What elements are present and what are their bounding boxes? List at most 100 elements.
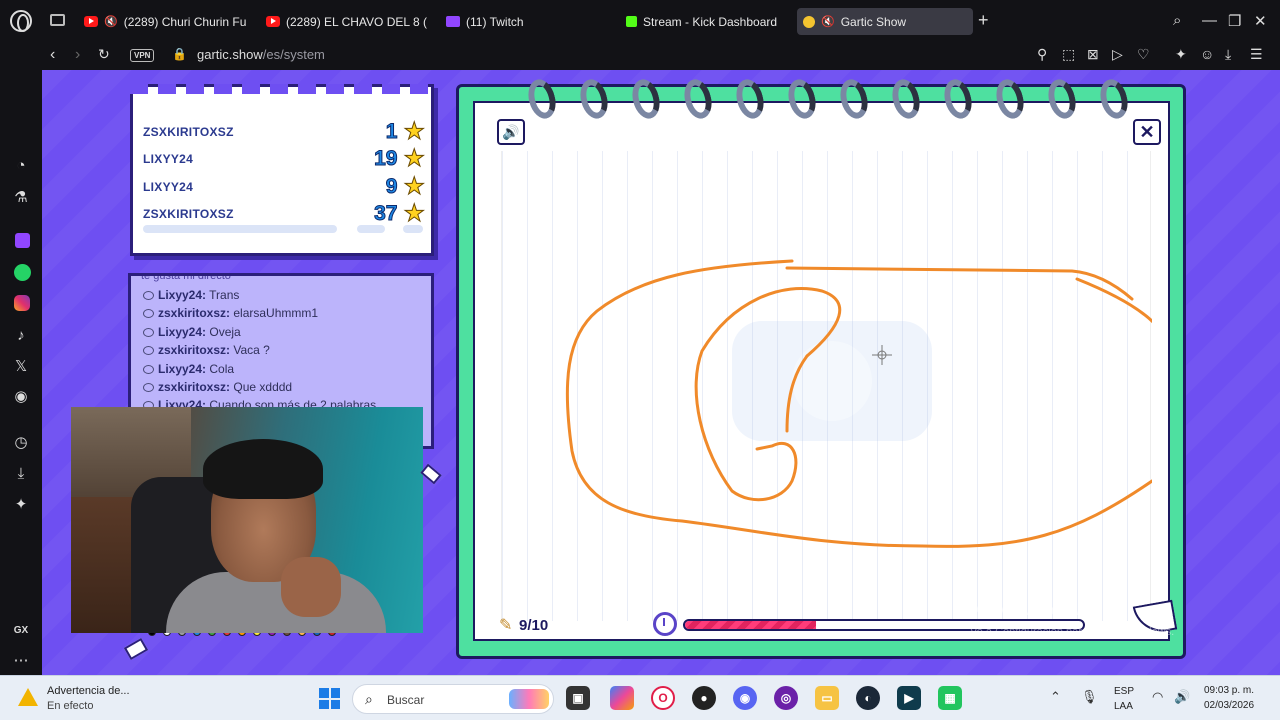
file-explorer-icon[interactable]: ▭ [815, 686, 839, 710]
drawing-canvas[interactable] [501, 151, 1156, 621]
chat-message: zsxkiritoxsz: Que xdddd [143, 380, 292, 394]
chat-message: Lixyy24: Cola [143, 362, 234, 376]
keyboard-layout[interactable]: LAA [1114, 701, 1133, 712]
drawing-page: 🔊 ✕ ✎ 9/10 [473, 101, 1178, 641]
close-window-button[interactable]: ✕ [1254, 12, 1267, 30]
chat-message: Lixyy24: Trans [143, 288, 239, 302]
gartic-show-watermark [732, 321, 932, 441]
taskbar-search[interactable]: ⌕ Buscar [352, 684, 554, 714]
search-placeholder: Buscar [387, 693, 425, 707]
snapshot-icon[interactable]: ⬚ [1062, 46, 1075, 63]
player-points: 9 [385, 175, 398, 199]
close-button[interactable]: ✕ [1133, 119, 1161, 145]
address-bar: ‹ › ↻ VPN 🔒 gartic.show/es/system ⚲ ⬚ ⊠ … [0, 42, 1280, 70]
chat-text: elarsaUhmmm1 [233, 306, 319, 320]
star-icon: ★ [403, 145, 425, 172]
wifi-icon[interactable]: ◠ [1152, 689, 1163, 705]
star-icon: ★ [403, 173, 425, 200]
tab-label: Gartic Show [840, 14, 907, 29]
chat-message: zsxkiritoxsz: Vaca ? [143, 343, 270, 357]
tab-youtube-chavo[interactable]: (2289) EL CHAVO DEL 8 ( [260, 8, 428, 35]
download-icon[interactable]: ⤓ [1225, 46, 1231, 63]
chat-bubble-icon [143, 383, 154, 393]
heart-icon[interactable]: ♡ [1137, 46, 1150, 63]
more-icon[interactable]: ⋯ [11, 650, 31, 670]
scoreboard: ZSXKIRITOXSZ 1 ★ LIXYY24 19 ★ LIXYY24 9 … [130, 84, 434, 256]
youtube-icon [84, 16, 98, 27]
muted-speaker-icon[interactable]: 🔇 [104, 15, 118, 28]
steam-icon[interactable]: ◐ [856, 686, 880, 710]
chat-partial-message: te gusta mi directo [141, 273, 231, 282]
podcast-icon[interactable]: ◎ [774, 686, 798, 710]
language-code[interactable]: ESP [1114, 686, 1134, 697]
downloads-icon[interactable]: ⤓ [11, 463, 31, 483]
search-tabs-icon[interactable]: ⌕ [1173, 12, 1181, 29]
sound-toggle-button[interactable]: 🔊 [497, 119, 525, 145]
opera-gx-icon[interactable]: O [651, 686, 675, 710]
muted-speaker-icon[interactable]: 🔇 [821, 15, 835, 28]
pencil-icon: ✎ [499, 617, 513, 634]
obs-icon[interactable]: ● [692, 686, 716, 710]
player-icon[interactable]: ▷ [1112, 46, 1123, 63]
clock-date[interactable]: 02/03/2026 [1204, 700, 1254, 711]
discord-icon[interactable]: ◉ [733, 686, 757, 710]
clock-time[interactable]: 09:03 p. m. [1204, 685, 1254, 696]
opera-logo-icon[interactable] [10, 10, 32, 32]
scroll-placeholder-bar [403, 225, 423, 233]
tab-youtube-churi[interactable]: 🔇 (2289) Churi Churin Fu [78, 8, 248, 35]
terminal-app-icon[interactable]: ▶ [897, 686, 921, 710]
lock-icon[interactable]: 🔒 [172, 47, 187, 61]
volume-icon[interactable]: 🔊 [1174, 689, 1190, 705]
instagram-icon[interactable] [14, 295, 30, 311]
twitch-icon[interactable] [15, 233, 30, 248]
search-highlight-image [509, 689, 549, 709]
minimize-button[interactable]: — [1202, 12, 1217, 29]
player-name: ZSXKIRITOXSZ [143, 125, 234, 139]
chat-text: Vaca ? [233, 343, 270, 357]
extensions-icon[interactable]: ✦ [11, 494, 31, 514]
profile-icon[interactable]: ☺ [1200, 46, 1214, 62]
discord-icon[interactable]: ◉ [11, 386, 31, 406]
new-tab-button[interactable]: + [978, 10, 989, 31]
notification-title[interactable]: Advertencia de... [47, 685, 130, 697]
chat-user: zsxkiritoxsz: [158, 306, 231, 320]
vpn-badge[interactable]: VPN [130, 49, 155, 62]
url-field[interactable]: gartic.show/es/system [197, 47, 325, 62]
warning-icon[interactable] [18, 688, 38, 706]
history-icon[interactable]: ◷ [11, 432, 31, 452]
extensions-icon[interactable]: ✦ [1175, 46, 1187, 63]
tab-gartic-show[interactable]: 🔇 Gartic Show [797, 8, 973, 35]
url-path: /es/system [262, 47, 325, 62]
tab-switcher-icon[interactable] [50, 14, 65, 26]
x-icon[interactable]: 𝕏 [11, 356, 31, 376]
whatsapp-icon[interactable] [14, 264, 31, 281]
restore-button[interactable]: ❐ [1228, 12, 1241, 30]
microphone-icon[interactable]: 🎙 [1081, 689, 1098, 705]
menu-icon[interactable]: ☰ [1250, 46, 1263, 63]
scroll-placeholder-bar [143, 225, 337, 233]
back-icon[interactable]: ‹ [50, 46, 55, 64]
adblock-icon[interactable]: ⊠ [1087, 46, 1099, 63]
copilot-icon[interactable] [610, 686, 634, 710]
gx-icon[interactable]: GX [11, 620, 31, 640]
chat-user: zsxkiritoxsz: [158, 343, 231, 357]
gartic-icon [803, 15, 815, 28]
activate-windows-title: Activar Windows [970, 602, 1089, 619]
task-view-icon[interactable]: ▣ [566, 686, 590, 710]
tab-label: (2289) EL CHAVO DEL 8 ( [286, 14, 427, 29]
youtube-icon [266, 16, 280, 27]
reload-icon[interactable]: ↻ [98, 46, 110, 63]
show-hidden-icons-icon[interactable]: ⌃ [1050, 689, 1061, 705]
tiktok-icon[interactable]: ♪ [11, 325, 31, 345]
forward-icon[interactable]: › [75, 46, 80, 64]
url-host: gartic.show [197, 47, 263, 62]
tab-kick-dashboard[interactable]: Stream - Kick Dashboard [620, 8, 788, 35]
pin-icon[interactable]: ⚲ [1037, 46, 1047, 63]
paper-pin-decoration [420, 463, 442, 485]
ai-icon[interactable]: ⚗ [11, 187, 31, 207]
start-button[interactable] [319, 688, 340, 709]
gallery-app-icon[interactable]: ▦ [938, 686, 962, 710]
drawing-stroke [785, 266, 1134, 301]
tab-twitch[interactable]: (11) Twitch [440, 8, 608, 35]
speed-dial-icon[interactable]: ◔ [11, 155, 31, 175]
